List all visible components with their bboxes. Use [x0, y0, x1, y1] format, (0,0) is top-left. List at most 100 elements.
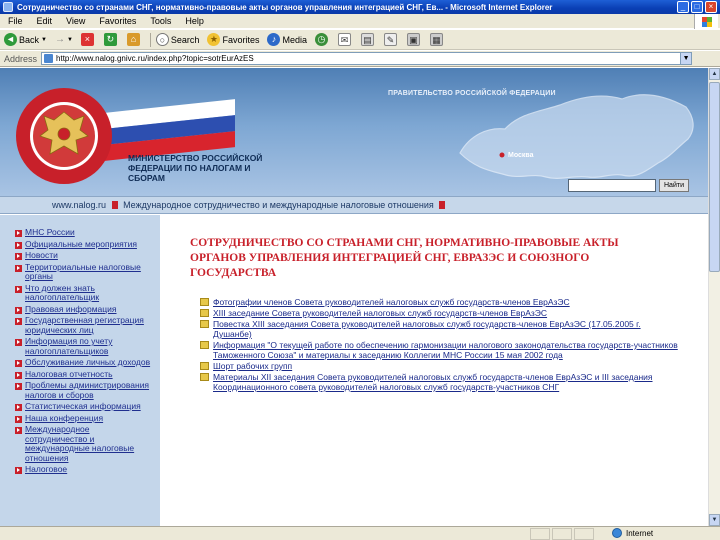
favorites-button[interactable]: ★ Favorites [207, 33, 259, 46]
breadcrumb: www.nalog.ru Международное сотрудничеств… [0, 196, 708, 214]
search-label: Search [170, 34, 200, 45]
document-link[interactable]: Материалы XII заседания Совета руководит… [213, 372, 680, 392]
status-bar: Internet [0, 526, 720, 540]
favorites-label: Favorites [222, 34, 260, 45]
vertical-scrollbar[interactable]: ▲ ▼ [708, 68, 720, 526]
document-link[interactable]: Информация "О текущей работе по обеспече… [213, 340, 680, 360]
list-item[interactable]: Фотографии членов Совета руководителей н… [200, 297, 680, 307]
nav-item[interactable]: Обслуживание личных доходов [15, 357, 160, 368]
breadcrumb-section[interactable]: Международное сотрудничество и междунаро… [123, 200, 434, 210]
bullet-arrow-icon [15, 285, 22, 293]
print-button[interactable]: ▤ [360, 33, 376, 46]
bullet-arrow-icon [15, 241, 22, 249]
nav-item-label: Правовая информация [25, 303, 117, 314]
chevron-down-icon: ▼ [41, 36, 47, 43]
address-dropdown-icon[interactable]: ▼ [680, 52, 693, 65]
nav-item[interactable]: Государственная регистрация юридических … [15, 315, 160, 335]
windows-logo-icon [694, 14, 718, 29]
nav-item-label: МНС России [25, 227, 75, 237]
bullet-arrow-icon [15, 404, 22, 411]
document-links-list: Фотографии членов Совета руководителей н… [200, 297, 680, 393]
address-input[interactable]: http://www.nalog.gnivc.ru/index.php?topi… [41, 52, 682, 65]
maximize-button[interactable]: □ [691, 1, 703, 13]
messenger-button[interactable]: ▦ [429, 33, 445, 46]
list-item[interactable]: Шорт рабочих групп [200, 361, 680, 371]
site-search-input[interactable] [568, 179, 656, 192]
home-button[interactable]: ⌂ [126, 33, 142, 46]
scroll-down-icon[interactable]: ▼ [709, 514, 720, 526]
address-label: Address [4, 53, 38, 64]
media-button[interactable]: ♪ Media [267, 33, 307, 46]
edit-icon: ✎ [383, 33, 397, 46]
list-item[interactable]: Информация "О текущей работе по обеспече… [200, 340, 680, 360]
print-icon: ▤ [360, 33, 374, 46]
nav-item-label: Налоговая отчетность [25, 368, 113, 379]
menu-help[interactable]: Help [185, 16, 204, 26]
stop-button[interactable]: × [80, 33, 96, 46]
document-link[interactable]: Повестка XIII заседания Совета руководит… [213, 319, 680, 339]
menu-tools[interactable]: Tools [150, 16, 171, 26]
status-pane [552, 528, 572, 540]
list-item[interactable]: XIII заседание Совета руководителей нало… [200, 308, 680, 318]
nav-item[interactable]: Что должен знать налогоплательщик [15, 282, 160, 303]
bullet-arrow-icon [15, 230, 22, 237]
media-icon: ♪ [267, 33, 281, 46]
document-link[interactable]: Фотографии членов Совета руководителей н… [213, 297, 570, 307]
ministry-name: МИНИСТЕРСТВО РОССИЙСКОЙ ФЕДЕРАЦИИ ПО НАЛ… [128, 153, 263, 183]
edit-button[interactable]: ✎ [383, 33, 399, 46]
document-icon [200, 362, 209, 370]
bullet-arrow-icon [15, 306, 22, 314]
site-search-button[interactable]: Найти [659, 179, 689, 192]
nav-item-label: Что должен знать налогоплательщик [25, 282, 100, 302]
list-item[interactable]: Материалы XII заседания Совета руководит… [200, 372, 680, 392]
history-icon: ◷ [314, 33, 328, 46]
moscow-label: Москва [508, 152, 534, 159]
nav-item[interactable]: Международное сотрудничество и междунаро… [15, 424, 160, 463]
discuss-button[interactable]: ▣ [406, 33, 422, 46]
document-link[interactable]: Шорт рабочих групп [213, 361, 292, 371]
menu-view[interactable]: View [66, 16, 85, 26]
scroll-thumb[interactable] [709, 82, 720, 272]
main-content: Сотрудничество со странами СНГ, норматив… [190, 236, 690, 281]
menu-file[interactable]: File [8, 16, 23, 26]
search-icon: ○ [155, 33, 169, 46]
nav-item[interactable]: Территориальные налоговые органы [15, 262, 160, 282]
nav-item[interactable]: Налоговое [15, 464, 160, 475]
mail-button[interactable]: ✉ [337, 33, 353, 46]
bullet-arrow-icon [15, 371, 22, 379]
refresh-button[interactable]: ↻ [103, 33, 119, 46]
nav-item[interactable]: Статистическая информация [15, 401, 160, 412]
document-link[interactable]: XIII заседание Совета руководителей нало… [213, 308, 547, 318]
nav-item[interactable]: Правовая информация [15, 303, 160, 315]
bullet-arrow-icon [15, 264, 22, 272]
menu-favorites[interactable]: Favorites [99, 16, 136, 26]
address-url: http://www.nalog.gnivc.ru/index.php?topi… [56, 54, 254, 63]
home-icon: ⌂ [126, 33, 140, 46]
nav-item-label: Информация по учету налогоплательщиков [25, 336, 113, 356]
nav-item[interactable]: Налоговая отчетность [15, 368, 160, 380]
menu-edit[interactable]: Edit [37, 16, 53, 26]
nav-item[interactable]: Проблемы администрирования налогов и сбо… [15, 380, 160, 400]
list-item[interactable]: Повестка XIII заседания Совета руководит… [200, 319, 680, 339]
back-arrow-icon: ◄ [4, 33, 17, 46]
nav-item[interactable]: Наша конференция [15, 413, 160, 424]
minimize-button[interactable]: _ [677, 1, 689, 13]
breadcrumb-home[interactable]: www.nalog.ru [52, 200, 106, 210]
government-link[interactable]: ПРАВИТЕЛЬСТВО РОССИЙСКОЙ ФЕДЕРАЦИИ [388, 90, 556, 97]
back-button[interactable]: ◄ Back ▼ [4, 33, 47, 46]
nav-item[interactable]: Информация по учету налогоплательщиков [15, 336, 160, 356]
search-button[interactable]: ○ Search [155, 33, 200, 46]
nav-item[interactable]: МНС России [15, 227, 160, 238]
nav-item[interactable]: Официальные мероприятия [15, 239, 160, 250]
bullet-arrow-icon [15, 415, 22, 423]
status-pane [530, 528, 550, 540]
nav-item[interactable]: Новости [15, 250, 160, 261]
history-button[interactable]: ◷ [314, 33, 330, 46]
scroll-up-icon[interactable]: ▲ [709, 68, 720, 80]
breadcrumb-separator-icon [111, 201, 118, 209]
forward-button[interactable]: → ▼ [55, 34, 73, 45]
left-navigation: МНС России Официальные мероприятия Новос… [0, 215, 160, 526]
close-button[interactable]: × [705, 1, 717, 13]
bullet-arrow-icon [15, 427, 22, 434]
nav-item-label: Проблемы администрирования налогов и сбо… [25, 380, 150, 400]
